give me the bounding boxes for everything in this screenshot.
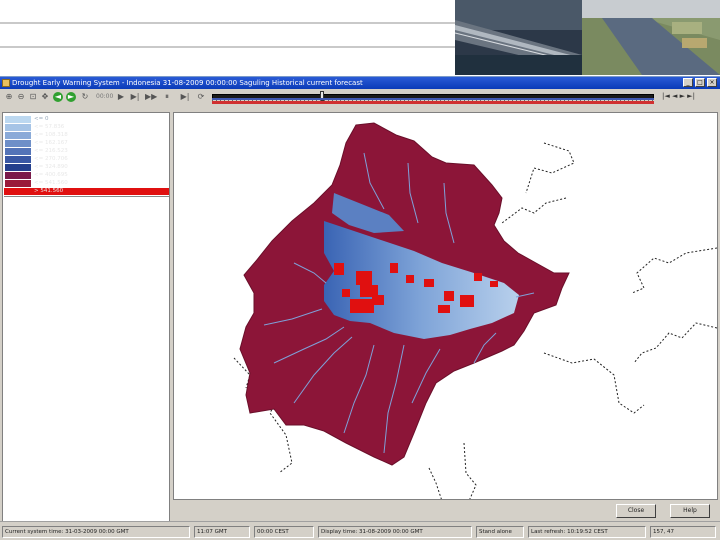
step-forward-icon[interactable]: ▶| — [130, 92, 140, 102]
legend-panel: <= 0 <= 57.836 <= 108.318 <= 162.167 <= … — [2, 112, 170, 536]
map-view[interactable] — [173, 112, 718, 500]
legend-swatch — [5, 180, 31, 187]
close-window-button[interactable]: × — [707, 78, 717, 87]
forward-icon[interactable]: ► — [66, 92, 76, 102]
legend-item: <= 216.523 — [4, 148, 169, 155]
app-icon — [2, 79, 10, 87]
legend-item: <= 270.706 — [4, 156, 169, 163]
legend-swatch — [5, 132, 31, 139]
header-rule — [0, 46, 455, 48]
legend-label: > 541.560 — [34, 188, 64, 194]
legend-item: <= 324.890 — [4, 164, 169, 171]
window-title: Drought Early Warning System - Indonesia… — [12, 79, 363, 87]
fast-forward-icon[interactable]: ▶▶ — [145, 92, 157, 102]
forecast-red-bar — [212, 101, 654, 104]
minimize-button[interactable]: _ — [683, 78, 693, 87]
legend-item: > 541.560 — [4, 188, 169, 195]
maximize-button[interactable]: □ — [695, 78, 705, 87]
legend-label: <= 216.523 — [34, 148, 68, 154]
legend-item: <= 541.560 — [4, 180, 169, 187]
legend-divider — [4, 196, 169, 197]
status-coordinates: 157, 47 — [650, 526, 716, 538]
play-icon[interactable]: ▶ — [116, 92, 126, 102]
status-gmt-time: 11:07 GMT — [194, 526, 250, 538]
legend-label: <= 541.560 — [34, 180, 68, 186]
zoom-extent-icon[interactable]: ⊡ — [28, 92, 38, 102]
legend-swatch — [5, 124, 31, 131]
forecast-blue-bar — [212, 98, 654, 100]
bridge-photo — [455, 0, 582, 75]
legend-swatch — [5, 148, 31, 155]
end-icon[interactable]: ▶| — [180, 92, 190, 102]
drought-map — [233, 122, 717, 499]
pause-icon[interactable]: ⏸ — [162, 92, 172, 102]
legend-label: <= 400.695 — [34, 172, 68, 178]
navigation-glyphs[interactable]: |◄ ◄ ► ►| — [662, 92, 695, 100]
help-button[interactable]: Help — [670, 504, 710, 518]
time-label: 00:00 — [96, 93, 114, 100]
legend-label: <= 108.318 — [34, 132, 68, 138]
loop-icon[interactable]: ⟳ — [196, 92, 206, 102]
legend-swatch — [5, 116, 31, 123]
legend-label: <= 324.890 — [34, 164, 68, 170]
river-aerial-photo — [582, 0, 720, 75]
status-mode: Stand alone — [476, 526, 524, 538]
zoom-out-icon[interactable]: ⊖ — [16, 92, 26, 102]
status-display-time: Display time: 31-08-2009 00:00 GMT — [318, 526, 472, 538]
legend-swatch — [5, 188, 31, 195]
legend-label: <= 0 — [34, 116, 49, 122]
legend-swatch — [5, 140, 31, 147]
slide: Drought Early Warning System - Indonesia… — [0, 0, 720, 540]
legend-item: <= 108.318 — [4, 132, 169, 139]
legend-swatch — [5, 156, 31, 163]
legend-item: <= 400.695 — [4, 172, 169, 179]
legend-swatch — [5, 164, 31, 171]
back-icon[interactable]: ◄ — [53, 92, 63, 102]
refresh-icon[interactable]: ↻ — [80, 92, 90, 102]
close-button[interactable]: Close — [616, 504, 656, 518]
zoom-in-icon[interactable]: ⊕ — [4, 92, 14, 102]
slide-header — [0, 0, 720, 75]
legend-label: <= 57.836 — [34, 124, 65, 130]
pan-icon[interactable]: ✥ — [40, 92, 50, 102]
legend-label: <= 270.706 — [34, 156, 68, 162]
drought-app-window: Drought Early Warning System - Indonesia… — [0, 76, 720, 540]
legend-swatch — [5, 172, 31, 179]
header-rule — [0, 22, 455, 24]
window-titlebar: Drought Early Warning System - Indonesia… — [0, 77, 720, 89]
legend-item: <= 57.836 — [4, 124, 169, 131]
status-last-refresh: Last refresh: 10:19:52 CEST — [528, 526, 646, 538]
status-local-time: 00:00 CEST — [254, 526, 314, 538]
status-system-time: Current system time: 31-03-2009 00:00 GM… — [2, 526, 190, 538]
window-controls: _ □ × — [683, 78, 717, 87]
status-bar: Current system time: 31-03-2009 00:00 GM… — [0, 521, 720, 540]
legend-item: <= 162.167 — [4, 140, 169, 147]
legend-label: <= 162.167 — [34, 140, 68, 146]
legend-item: <= 0 — [4, 116, 169, 123]
